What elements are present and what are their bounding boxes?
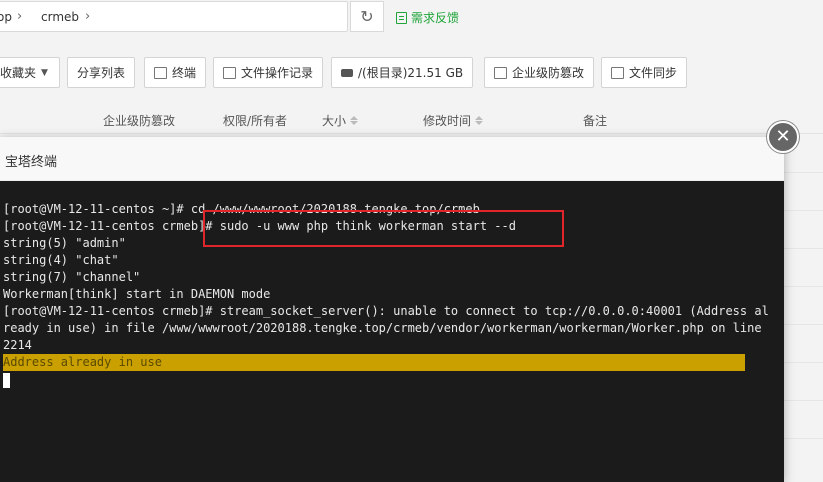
sort-icon bbox=[350, 116, 359, 125]
file-sync-button[interactable]: 文件同步 bbox=[601, 57, 688, 88]
feedback-label: 需求反馈 bbox=[411, 11, 460, 25]
file-log-icon bbox=[223, 66, 236, 79]
terminal-modal: 宝塔终端 [root@VM-12-11-centos ~]# cd /www/w… bbox=[0, 137, 784, 482]
column-mtime-label: 修改时间 bbox=[423, 114, 472, 128]
share-list-button[interactable]: 分享列表 bbox=[67, 57, 136, 88]
terminal-line: [root@VM-12-11-centos crmeb]# stream_soc… bbox=[3, 304, 769, 318]
file-oplog-label: 文件操作记录 bbox=[241, 66, 314, 80]
terminal-cursor bbox=[3, 373, 10, 388]
feedback-icon bbox=[396, 11, 407, 24]
refresh-icon: ↻ bbox=[360, 7, 374, 26]
row-divider bbox=[784, 172, 823, 173]
tamper-proof-label: 企业级防篡改 bbox=[512, 66, 585, 80]
row-divider bbox=[784, 362, 823, 363]
disk-button[interactable]: /(根目录)21.51 GB bbox=[331, 57, 474, 88]
column-size[interactable]: 大小 bbox=[322, 112, 359, 129]
row-divider bbox=[784, 324, 823, 325]
share-list-label: 分享列表 bbox=[77, 66, 126, 80]
breadcrumb-segment[interactable]: crmeb bbox=[41, 10, 79, 24]
annotation-box bbox=[203, 210, 564, 247]
caret-down-icon: ▼ bbox=[41, 67, 48, 78]
terminal-icon bbox=[154, 66, 167, 79]
chevron-right-icon: › bbox=[85, 9, 91, 24]
file-sync-label: 文件同步 bbox=[629, 66, 678, 80]
feedback-link[interactable]: 需求反馈 bbox=[396, 9, 459, 26]
shield-icon bbox=[494, 66, 507, 79]
file-table-header: 企业级防篡改 权限/所有者 大小 修改时间 备注 bbox=[0, 104, 823, 134]
close-icon: ✕ bbox=[775, 126, 791, 147]
row-divider bbox=[784, 286, 823, 287]
terminal-label: 终端 bbox=[172, 66, 197, 80]
column-tamper[interactable]: 企业级防篡改 bbox=[103, 112, 175, 129]
row-divider bbox=[784, 210, 823, 211]
row-divider bbox=[784, 400, 823, 401]
terminal-line: 2214 bbox=[3, 338, 32, 352]
modal-header: 宝塔终端 bbox=[0, 137, 784, 181]
refresh-button[interactable]: ↻ bbox=[350, 1, 384, 32]
terminal-line: string(4) "chat" bbox=[3, 253, 119, 267]
disk-label: /(根目录)21.51 GB bbox=[358, 66, 464, 80]
tamper-proof-button[interactable]: 企业级防篡改 bbox=[484, 57, 595, 88]
breadcrumb-segment[interactable]: op bbox=[0, 10, 12, 24]
terminal-line: Workerman[think] start in DAEMON mode bbox=[3, 287, 271, 301]
terminal-line: ready in use) in file /www/wwwroot/20201… bbox=[3, 321, 762, 335]
address-bar: op › crmeb › ↻ 需求反馈 bbox=[0, 0, 823, 34]
file-oplog-button[interactable]: 文件操作记录 bbox=[213, 57, 324, 88]
column-note: 备注 bbox=[583, 114, 608, 128]
drive-icon bbox=[341, 68, 353, 77]
row-divider bbox=[784, 248, 823, 249]
chevron-right-icon: › bbox=[17, 9, 23, 24]
sort-icon bbox=[475, 116, 484, 125]
column-size-label: 大小 bbox=[322, 114, 347, 128]
row-divider bbox=[784, 438, 823, 439]
sync-icon bbox=[611, 66, 624, 79]
column-mtime[interactable]: 修改时间 bbox=[423, 112, 484, 129]
favorites-button[interactable]: 收藏夹 ▼ bbox=[0, 57, 60, 88]
close-button[interactable]: ✕ bbox=[767, 121, 799, 153]
modal-title: 宝塔终端 bbox=[5, 155, 58, 170]
breadcrumb[interactable]: op › crmeb › bbox=[0, 1, 348, 32]
column-permission[interactable]: 权限/所有者 bbox=[223, 112, 287, 129]
favorites-label: 收藏夹 bbox=[0, 66, 37, 80]
terminal-highlight-line: Address already in use bbox=[3, 354, 745, 371]
terminal-line: string(7) "channel" bbox=[3, 270, 141, 284]
terminal-button[interactable]: 终端 bbox=[144, 57, 207, 88]
